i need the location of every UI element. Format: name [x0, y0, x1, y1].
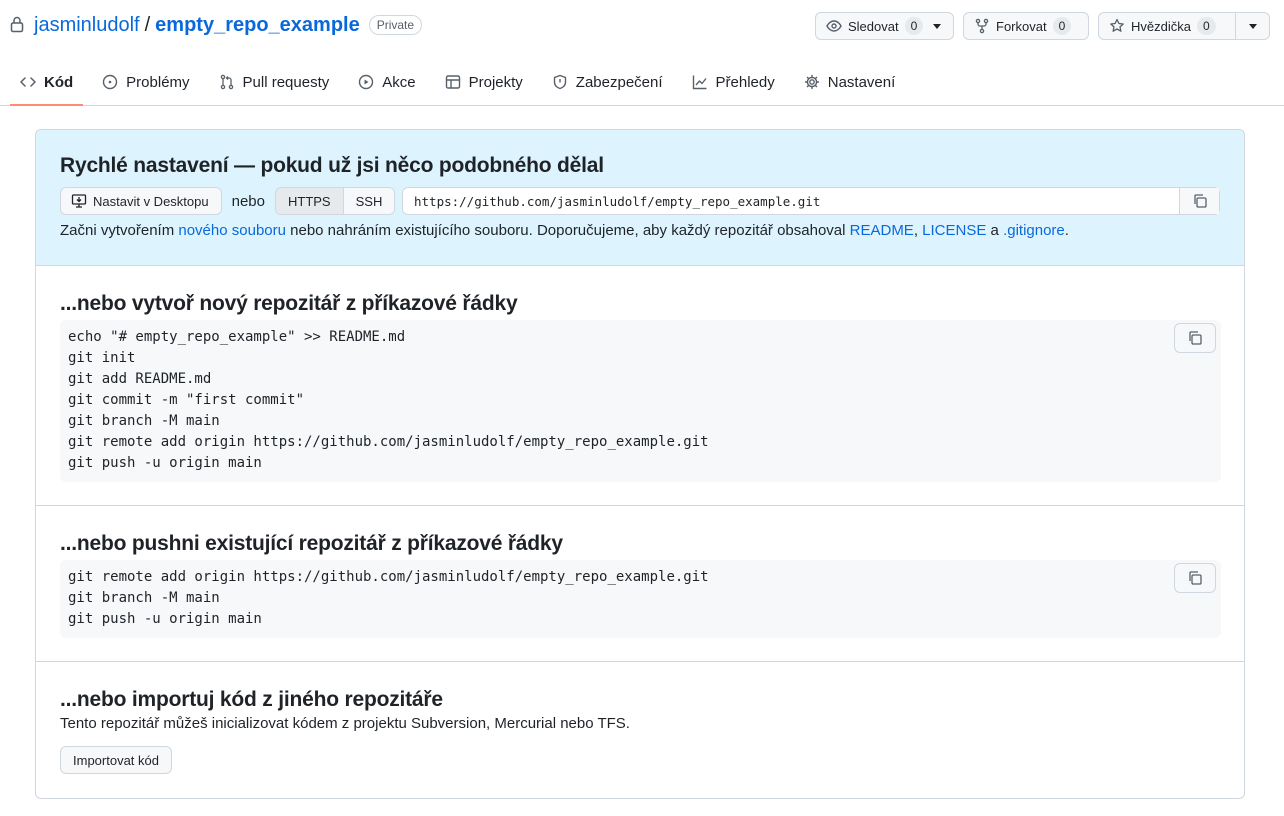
tab-insights[interactable]: Přehledy	[682, 60, 785, 104]
tab-label: Projekty	[468, 73, 523, 91]
desc-text: .	[1064, 222, 1069, 239]
tab-code[interactable]: Kód	[10, 60, 84, 106]
watch-label: Sledovat	[848, 18, 899, 34]
repo-title: jasminludolf / empty_repo_example Privat…	[10, 12, 423, 38]
desc-text: a	[986, 222, 1004, 239]
readme-link[interactable]: README	[850, 222, 914, 239]
repo-tabs: Kód Problémy Pull requesty Akce Projekty…	[10, 60, 914, 106]
new-file-link[interactable]: nového souboru	[178, 222, 286, 239]
empty-repo-setup-box: Rychlé nastavení — pokud už jsi něco pod…	[35, 129, 1245, 799]
tab-issues[interactable]: Problémy	[92, 60, 199, 104]
desc-text: ,	[913, 222, 923, 239]
owner-link[interactable]: jasminludolf	[34, 14, 140, 37]
visibility-badge: Private	[368, 15, 423, 35]
copy-new-repo-button[interactable]	[1174, 323, 1216, 353]
desktop-download-icon	[71, 194, 87, 208]
eye-icon	[826, 20, 842, 32]
push-existing-commands[interactable]: git remote add origin https://github.com…	[60, 560, 1221, 638]
path-separator: /	[144, 13, 151, 36]
copy-icon	[1193, 194, 1207, 208]
table-icon	[445, 75, 460, 89]
quick-setup-section: Rychlé nastavení — pokud už jsi něco pod…	[36, 130, 1244, 266]
https-button[interactable]: HTTPS	[275, 188, 343, 214]
tab-pull-requests[interactable]: Pull requesty	[209, 60, 340, 104]
star-label: Hvězdička	[1131, 18, 1191, 34]
new-repo-section: ...nebo vytvoř nový repozitář z příkazov…	[36, 266, 1244, 506]
repo-header: jasminludolf / empty_repo_example Privat…	[0, 0, 1284, 106]
tab-label: Nastavení	[827, 73, 896, 91]
fork-label: Forkovat	[996, 18, 1047, 34]
tab-actions[interactable]: Akce	[348, 60, 425, 104]
clone-options: Nastavit v Desktopu nebo HTTPS SSH	[60, 187, 396, 215]
tab-label: Pull requesty	[242, 73, 330, 91]
tab-label: Přehledy	[715, 73, 775, 91]
quick-setup-description: Začni vytvořením nového souboru nebo nah…	[60, 222, 1069, 239]
protocol-toggle: HTTPS SSH	[274, 187, 396, 215]
ssh-button[interactable]: SSH	[342, 188, 395, 214]
tab-label: Problémy	[126, 73, 190, 91]
import-title: ...nebo importuj kód z jiného repozitáře	[60, 688, 443, 711]
license-link[interactable]: LICENSE	[922, 222, 986, 239]
tab-settings[interactable]: Nastavení	[794, 60, 906, 104]
clone-url[interactable]: https://github.com/jasminludolf/empty_re…	[403, 194, 1179, 209]
lock-icon	[10, 16, 26, 34]
copy-push-existing-button[interactable]	[1174, 563, 1216, 593]
star-icon	[1110, 18, 1124, 32]
star-dropdown[interactable]	[1235, 13, 1269, 39]
copy-icon	[1189, 331, 1202, 345]
chevron-down-icon	[933, 23, 942, 29]
issue-icon	[102, 74, 118, 90]
setup-desktop-button[interactable]: Nastavit v Desktopu	[60, 187, 222, 215]
fork-count: 0	[1052, 17, 1072, 35]
repo-name-link[interactable]: empty_repo_example	[155, 14, 360, 37]
import-code-button[interactable]: Importovat kód	[60, 746, 172, 774]
star-button[interactable]: Hvězdička 0	[1099, 13, 1235, 39]
tab-label: Kód	[44, 73, 74, 91]
play-icon	[359, 74, 374, 90]
star-button-group: Hvězdička 0	[1098, 12, 1270, 40]
new-repo-commands[interactable]: echo "# empty_repo_example" >> README.md…	[60, 320, 1221, 482]
or-label: nebo	[231, 192, 265, 210]
fork-button[interactable]: Forkovat 0	[963, 12, 1089, 40]
push-existing-section: ...nebo pushni existující repozitář z př…	[36, 506, 1244, 662]
setup-desktop-label: Nastavit v Desktopu	[93, 193, 209, 209]
clone-url-field[interactable]: https://github.com/jasminludolf/empty_re…	[402, 187, 1220, 215]
fork-icon	[975, 18, 989, 34]
push-existing-title: ...nebo pushni existující repozitář z př…	[60, 532, 563, 555]
quick-setup-title: Rychlé nastavení — pokud už jsi něco pod…	[60, 154, 604, 177]
pull-request-icon	[220, 74, 233, 90]
watch-count: 0	[904, 17, 924, 35]
tab-label: Zabezpečení	[575, 73, 663, 91]
shield-icon	[553, 74, 566, 90]
import-description: Tento repozitář můžeš inicializovat kóde…	[60, 715, 630, 732]
gitignore-link[interactable]: .gitignore	[1003, 222, 1065, 239]
graph-icon	[692, 75, 707, 90]
chevron-down-icon	[1248, 23, 1257, 29]
star-count: 0	[1196, 17, 1216, 35]
code-icon	[20, 77, 36, 87]
desc-text: nebo nahráním existujícího souboru. Dopo…	[285, 222, 850, 239]
import-section: ...nebo importuj kód z jiného repozitáře…	[36, 662, 1244, 798]
new-repo-title: ...nebo vytvoř nový repozitář z příkazov…	[60, 292, 518, 315]
gear-icon	[804, 74, 819, 90]
desc-text: Začni vytvořením	[60, 222, 179, 239]
repo-actions: Sledovat 0 Forkovat 0 Hvězdička 0	[815, 12, 1270, 40]
tab-label: Akce	[382, 73, 416, 91]
copy-icon	[1189, 571, 1202, 585]
tab-projects[interactable]: Projekty	[435, 60, 533, 104]
tab-security[interactable]: Zabezpečení	[542, 60, 673, 104]
watch-button[interactable]: Sledovat 0	[815, 12, 954, 40]
copy-url-button[interactable]	[1179, 188, 1219, 214]
